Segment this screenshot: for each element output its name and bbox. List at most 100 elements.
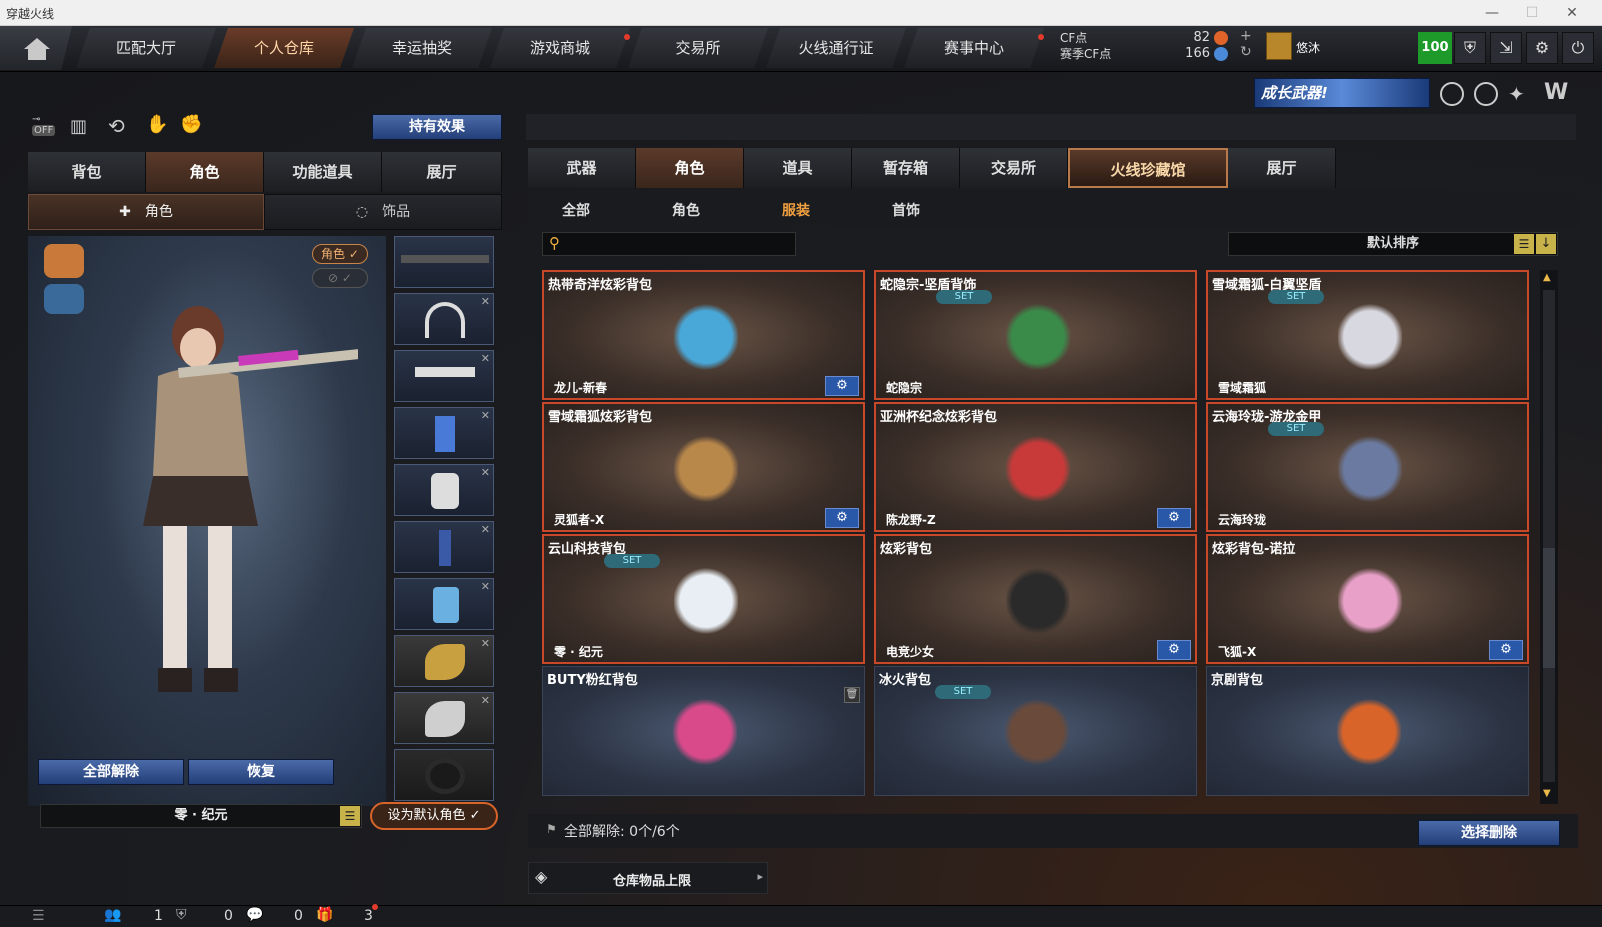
tab-collection-hall[interactable]: 火线珍藏馆 xyxy=(1068,148,1228,188)
growth-weapon-banner[interactable]: 成长武器! xyxy=(1254,78,1430,108)
unequip-all-button[interactable]: 全部解除 xyxy=(38,759,184,785)
refresh-icon[interactable]: ↻ xyxy=(1240,44,1252,60)
clan-shield-icon[interactable]: ⛨ xyxy=(176,907,187,923)
sort-dropdown[interactable]: 默认排序 xyxy=(1228,232,1558,256)
tab-roles[interactable]: 角色 xyxy=(636,148,744,188)
slot-emote-silver[interactable]: ✕ xyxy=(394,692,494,744)
scroll-down-icon[interactable]: ▼ xyxy=(1543,788,1551,799)
tab-character[interactable]: 角色 xyxy=(146,152,264,192)
slot-flashlight[interactable]: ✕ xyxy=(394,521,494,573)
item-card[interactable]: BUTY粉红背包 🗑 xyxy=(542,666,865,796)
scroll-thumb[interactable] xyxy=(1543,548,1555,668)
subtab-jewelry[interactable]: 首饰 xyxy=(892,200,920,220)
tab-backpack[interactable]: 背包 xyxy=(28,152,146,192)
gear-icon[interactable]: ⚙ xyxy=(1157,640,1191,660)
gesture-icon[interactable]: ✊ xyxy=(180,114,202,135)
item-card[interactable]: 蛇隐宗-坚盾背饰 SET 蛇隐宗 xyxy=(874,270,1197,400)
character-preview[interactable]: 角色 ✓ ⊘ ✓ xyxy=(28,236,386,806)
slot-headphones[interactable]: ✕ xyxy=(394,293,494,345)
list-icon[interactable]: ☰ xyxy=(340,806,360,826)
item-card[interactable]: 雪域霜狐-白翼坚盾 SET 雪域霜狐 xyxy=(1206,270,1529,400)
eagle-icon[interactable] xyxy=(44,244,84,278)
tab-weapons[interactable]: 武器 xyxy=(528,148,636,188)
nav-tab-warehouse[interactable]: 个人仓库 xyxy=(214,28,354,68)
slot-weapon[interactable] xyxy=(394,236,494,288)
globe-icon[interactable] xyxy=(1474,82,1498,106)
slot-goggles[interactable]: ✕ xyxy=(394,350,494,402)
sort-list-icon[interactable]: ☰ xyxy=(1514,234,1534,254)
item-scrollbar[interactable]: ▲ ▼ xyxy=(1540,270,1558,804)
gear-icon[interactable]: ⚙ xyxy=(825,508,859,528)
ranking-icon[interactable]: ▥ xyxy=(70,116,87,137)
badge-icon[interactable] xyxy=(1440,82,1464,106)
item-card[interactable]: 雪域霜狐炫彩背包 灵狐者-X ⚙ xyxy=(542,402,865,532)
shield-icon[interactable]: ⛨ xyxy=(1454,32,1486,64)
item-card[interactable]: 冰火背包 SET xyxy=(874,666,1197,796)
gear-icon[interactable]: ⚙ xyxy=(825,376,859,396)
remove-icon[interactable]: ✕ xyxy=(481,523,490,536)
slot-backpack[interactable]: ✕ xyxy=(394,578,494,630)
remove-icon[interactable]: ✕ xyxy=(481,580,490,593)
remove-icon[interactable]: ✕ xyxy=(481,637,490,650)
remove-icon[interactable]: ✕ xyxy=(481,466,490,479)
search-box[interactable]: ⚲ xyxy=(542,232,796,256)
remove-icon[interactable]: ✕ xyxy=(481,295,490,308)
set-default-character-button[interactable]: 设为默认角色 ✓ xyxy=(370,802,498,830)
exit-room-icon[interactable]: ⇲ xyxy=(1490,32,1522,64)
remove-icon[interactable]: ✕ xyxy=(481,694,490,707)
subtab-role[interactable]: 角色 xyxy=(672,200,700,220)
rotate-icon[interactable]: ⟲ xyxy=(108,114,125,138)
hold-effect-button[interactable]: 持有效果 xyxy=(372,114,502,140)
nav-tab-lottery[interactable]: 幸运抽奖 xyxy=(352,28,492,68)
scroll-up-icon[interactable]: ▲ xyxy=(1543,272,1551,283)
power-icon[interactable]: ⏻ xyxy=(1562,32,1594,64)
slot-armor[interactable]: ✕ xyxy=(394,464,494,516)
add-icon[interactable]: + xyxy=(1240,28,1252,44)
select-delete-button[interactable]: 选择删除 xyxy=(1418,820,1560,846)
nav-tab-events[interactable]: 赛事中心 xyxy=(904,28,1044,68)
gift-icon[interactable]: 🎁 xyxy=(316,907,333,923)
tab-temp-box[interactable]: 暂存箱 xyxy=(852,148,960,188)
tab-exchange[interactable]: 交易所 xyxy=(960,148,1068,188)
close-button[interactable]: ✕ xyxy=(1552,2,1592,24)
item-card[interactable]: 炫彩背包-诺拉 飞狐-X ⚙ xyxy=(1206,534,1529,664)
tab-function-items[interactable]: 功能道具 xyxy=(264,152,382,192)
item-card[interactable]: 云海玲珑-游龙金甲 SET 云海玲珑 xyxy=(1206,402,1529,532)
nav-tab-pass[interactable]: 火线通行证 xyxy=(766,28,906,68)
chat-icon[interactable]: 💬 xyxy=(246,907,263,923)
w-logo-icon[interactable]: W xyxy=(1544,80,1568,105)
restore-button[interactable]: 恢复 xyxy=(188,759,334,785)
nav-tab-lobby[interactable]: 匹配大厅 xyxy=(76,28,216,68)
tab-props[interactable]: 道具 xyxy=(744,148,852,188)
remove-icon[interactable]: ✕ xyxy=(481,352,490,365)
minimize-button[interactable]: — xyxy=(1472,2,1512,24)
item-card[interactable]: 云山科技背包 SET 零 · 纪元 xyxy=(542,534,865,664)
tab-gallery[interactable]: 展厅 xyxy=(1228,148,1336,188)
nav-tab-shop[interactable]: 游戏商城 xyxy=(490,28,630,68)
storage-limit-bar[interactable]: ◈ 仓库物品上限 ▸ xyxy=(528,862,768,894)
gear-icon[interactable]: ⚙ xyxy=(1526,32,1558,64)
maximize-button[interactable]: ☐ xyxy=(1512,2,1552,24)
subtab-character[interactable]: ✚ 角色 xyxy=(28,194,264,230)
pose-icon[interactable]: ✋ xyxy=(146,114,168,135)
subtab-clothing[interactable]: 服装 xyxy=(782,200,810,220)
item-card[interactable]: 炫彩背包 电竞少女 ⚙ xyxy=(874,534,1197,664)
search-input[interactable] xyxy=(571,235,791,253)
gear-icon[interactable]: ⚙ xyxy=(1157,508,1191,528)
subtab-all[interactable]: 全部 xyxy=(562,200,590,220)
slot-emote-gold[interactable]: ✕ xyxy=(394,635,494,687)
item-card[interactable]: 亚洲杯纪念炫彩背包 陈龙野-Z ⚙ xyxy=(874,402,1197,532)
item-card[interactable]: 京剧背包 xyxy=(1206,666,1529,796)
friends-icon[interactable]: 👥 xyxy=(104,907,121,923)
slot-ring[interactable] xyxy=(394,749,494,801)
item-card[interactable]: 热带奇洋炫彩背包 龙儿-新春 ⚙ xyxy=(542,270,865,400)
scroll-track[interactable] xyxy=(1543,290,1555,782)
remove-icon[interactable]: ✕ xyxy=(481,409,490,422)
sort-direction-icon[interactable]: ↓ xyxy=(1536,234,1556,254)
home-button[interactable] xyxy=(0,26,72,70)
compass-icon[interactable]: ✦ xyxy=(1508,82,1525,106)
tab-showroom[interactable]: 展厅 xyxy=(382,152,502,192)
nav-tab-trade[interactable]: 交易所 xyxy=(628,28,768,68)
character-badge[interactable]: 角色 ✓ xyxy=(312,244,368,264)
gear-icon[interactable]: ⚙ xyxy=(1489,640,1523,660)
